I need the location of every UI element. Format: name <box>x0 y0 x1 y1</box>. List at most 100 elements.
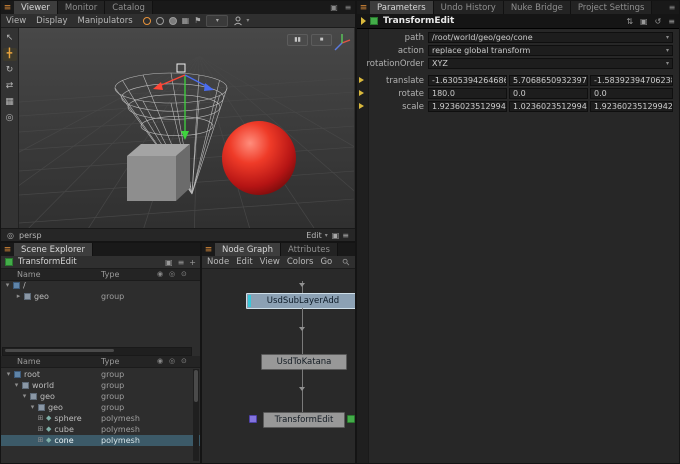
menu-edit[interactable]: Edit <box>236 257 252 267</box>
expander-icon[interactable]: ⊞ <box>36 413 45 424</box>
menu-node[interactable]: Node <box>207 257 229 267</box>
edit-flag-icon[interactable] <box>347 415 355 423</box>
tree-row-sphere[interactable]: ⊞ ◆ sphere polymesh <box>1 413 200 424</box>
translate-z-field[interactable]: -1.583923947062386 <box>590 75 673 86</box>
display-mode-dropdown[interactable]: ▾ <box>206 15 228 27</box>
cube-object[interactable] <box>127 144 190 201</box>
grid-toggle-icon[interactable]: ▦ <box>182 16 190 25</box>
viewport-canvas[interactable] <box>19 28 354 228</box>
tab-undo-history[interactable]: Undo History <box>434 1 504 14</box>
tree-row-root-slash[interactable]: ▾ / <box>1 280 200 291</box>
sphere-object[interactable] <box>222 121 296 195</box>
panel-menu-icon[interactable]: ≡ <box>1 243 14 256</box>
tab-parameters[interactable]: Parameters <box>370 1 434 14</box>
search-icon[interactable] <box>342 257 350 267</box>
panel-menu-icon[interactable]: ≡ <box>357 1 370 14</box>
dropdown-caret-icon[interactable]: ▾ <box>664 34 669 41</box>
expander-icon[interactable]: ▾ <box>3 280 12 291</box>
add-icon[interactable]: + <box>189 258 196 267</box>
menu-manipulators[interactable]: Manipulators <box>78 16 133 26</box>
teleparam-icon[interactable]: ▣ <box>640 17 648 26</box>
menu-view[interactable]: View <box>6 16 26 26</box>
rotate-y-field[interactable]: 0.0 <box>509 88 588 99</box>
expander-icon[interactable]: ⊞ <box>36 435 45 446</box>
pivot-tool-button[interactable]: ◎ <box>3 112 17 125</box>
tab-node-graph[interactable]: Node Graph <box>215 243 281 256</box>
column-name[interactable]: Name <box>17 356 41 367</box>
column-render-icon[interactable]: ⊙ <box>181 356 187 367</box>
expander-icon[interactable]: ▾ <box>12 380 21 391</box>
dropdown-caret-icon[interactable]: ▾ <box>664 60 669 67</box>
node-graph-canvas[interactable]: UsdSubLayerAdd UsdToKatana TransformEdit <box>202 269 355 463</box>
scale-y-field[interactable]: 1.023602351299424 <box>509 101 588 112</box>
tab-project-settings[interactable]: Project Settings <box>571 1 653 14</box>
tab-nuke-bridge[interactable]: Nuke Bridge <box>504 1 571 14</box>
live-update-icon[interactable] <box>143 17 151 25</box>
tree-row-root[interactable]: ▾ root group <box>1 369 200 380</box>
layers-icon[interactable]: ≡ <box>178 258 185 267</box>
rotate-tool-button[interactable]: ↻ <box>3 64 17 77</box>
rotate-x-field[interactable]: 180.0 <box>428 88 507 99</box>
panel-options-icon[interactable]: ≡ <box>665 1 679 14</box>
column-name[interactable]: Name <box>17 269 41 280</box>
view-flag-icon[interactable] <box>249 415 257 423</box>
expander-icon[interactable]: ▾ <box>28 402 37 413</box>
camera-user-caret-icon[interactable]: ▾ <box>246 17 249 24</box>
horizontal-scrollbar[interactable] <box>2 347 192 356</box>
tab-attributes[interactable]: Attributes <box>281 243 338 256</box>
expand-collapse-icon[interactable]: ⇅ <box>626 17 633 26</box>
tree-row-geo[interactable]: ▸ geo group <box>1 291 200 302</box>
node-transformedit[interactable]: TransformEdit <box>263 412 345 428</box>
scrollbar-thumb[interactable] <box>194 370 198 402</box>
column-type[interactable]: Type <box>101 269 119 280</box>
goto-node-icon[interactable] <box>361 17 366 25</box>
tree-row-geo-1[interactable]: ▾ geo group <box>1 391 200 402</box>
tab-viewer[interactable]: Viewer <box>14 1 58 14</box>
panel-menu-icon[interactable]: ≡ <box>1 1 14 14</box>
panel-menu-icon[interactable]: ≡ <box>202 243 215 256</box>
edit-mode-label[interactable]: Edit <box>306 231 322 240</box>
expander-icon[interactable]: ▸ <box>14 291 23 302</box>
column-edited-icon[interactable]: ◎ <box>169 356 175 367</box>
camera-user-icon[interactable] <box>233 16 243 26</box>
column-type[interactable]: Type <box>101 356 119 367</box>
tree-row-geo-2[interactable]: ▾ geo group <box>1 402 200 413</box>
tree-row-cube[interactable]: ⊞ ◆ cube polymesh <box>1 424 200 435</box>
pause-button[interactable]: ▮▮ <box>287 34 308 46</box>
axis-gizmo[interactable] <box>332 31 352 53</box>
dropdown-caret-icon[interactable]: ▾ <box>664 47 669 54</box>
menu-icon[interactable]: ≡ <box>668 17 675 26</box>
column-viewed-icon[interactable]: ◉ <box>157 356 163 367</box>
expander-icon[interactable]: ▾ <box>20 391 29 402</box>
panel-options-icon[interactable]: ≡ <box>341 1 355 14</box>
scrollbar-thumb[interactable] <box>5 349 114 352</box>
node-usdsublayeradd[interactable]: UsdSubLayerAdd <box>246 293 355 309</box>
scale-tool-button[interactable]: ⇄ <box>3 80 17 93</box>
rotation-order-dropdown[interactable]: XYZ ▾ <box>428 58 673 69</box>
flag-icon[interactable]: ⚑ <box>194 16 201 25</box>
expander-icon[interactable]: ▾ <box>4 369 13 380</box>
snap-tool-button[interactable]: ▦ <box>3 96 17 109</box>
edit-mode-caret-icon[interactable]: ▾ <box>325 232 328 239</box>
camera-name[interactable]: persp <box>19 231 42 240</box>
menu-colors[interactable]: Colors <box>287 257 314 267</box>
scale-z-field[interactable]: 1.923602351299424 <box>590 101 673 112</box>
column-viewed-icon[interactable]: ◉ <box>157 269 163 280</box>
column-edited-icon[interactable]: ◎ <box>169 269 175 280</box>
viewport[interactable]: ▮▮ ■ <box>19 28 354 228</box>
node-usdtokatana[interactable]: UsdToKatana <box>261 354 347 370</box>
menu-display[interactable]: Display <box>36 16 67 26</box>
action-dropdown[interactable]: replace global transform ▾ <box>428 45 673 56</box>
menu-go[interactable]: Go <box>320 257 332 267</box>
tab-catalog[interactable]: Catalog <box>105 1 153 14</box>
tree-row-cone[interactable]: ⊞ ◆ cone polymesh <box>1 435 200 446</box>
translate-y-field[interactable]: 5.706865093239767 <box>509 75 588 86</box>
layout-split-icon[interactable]: ▣ <box>327 1 341 14</box>
select-tool-button[interactable]: ↖ <box>3 32 17 45</box>
translate-tool-button[interactable]: ╋ <box>3 48 17 61</box>
expander-icon[interactable]: ⊞ <box>36 424 45 435</box>
lookthrough-icon[interactable] <box>169 17 177 25</box>
stop-button[interactable]: ■ <box>311 34 332 46</box>
tab-scene-explorer[interactable]: Scene Explorer <box>14 243 93 256</box>
tab-monitor[interactable]: Monitor <box>58 1 105 14</box>
